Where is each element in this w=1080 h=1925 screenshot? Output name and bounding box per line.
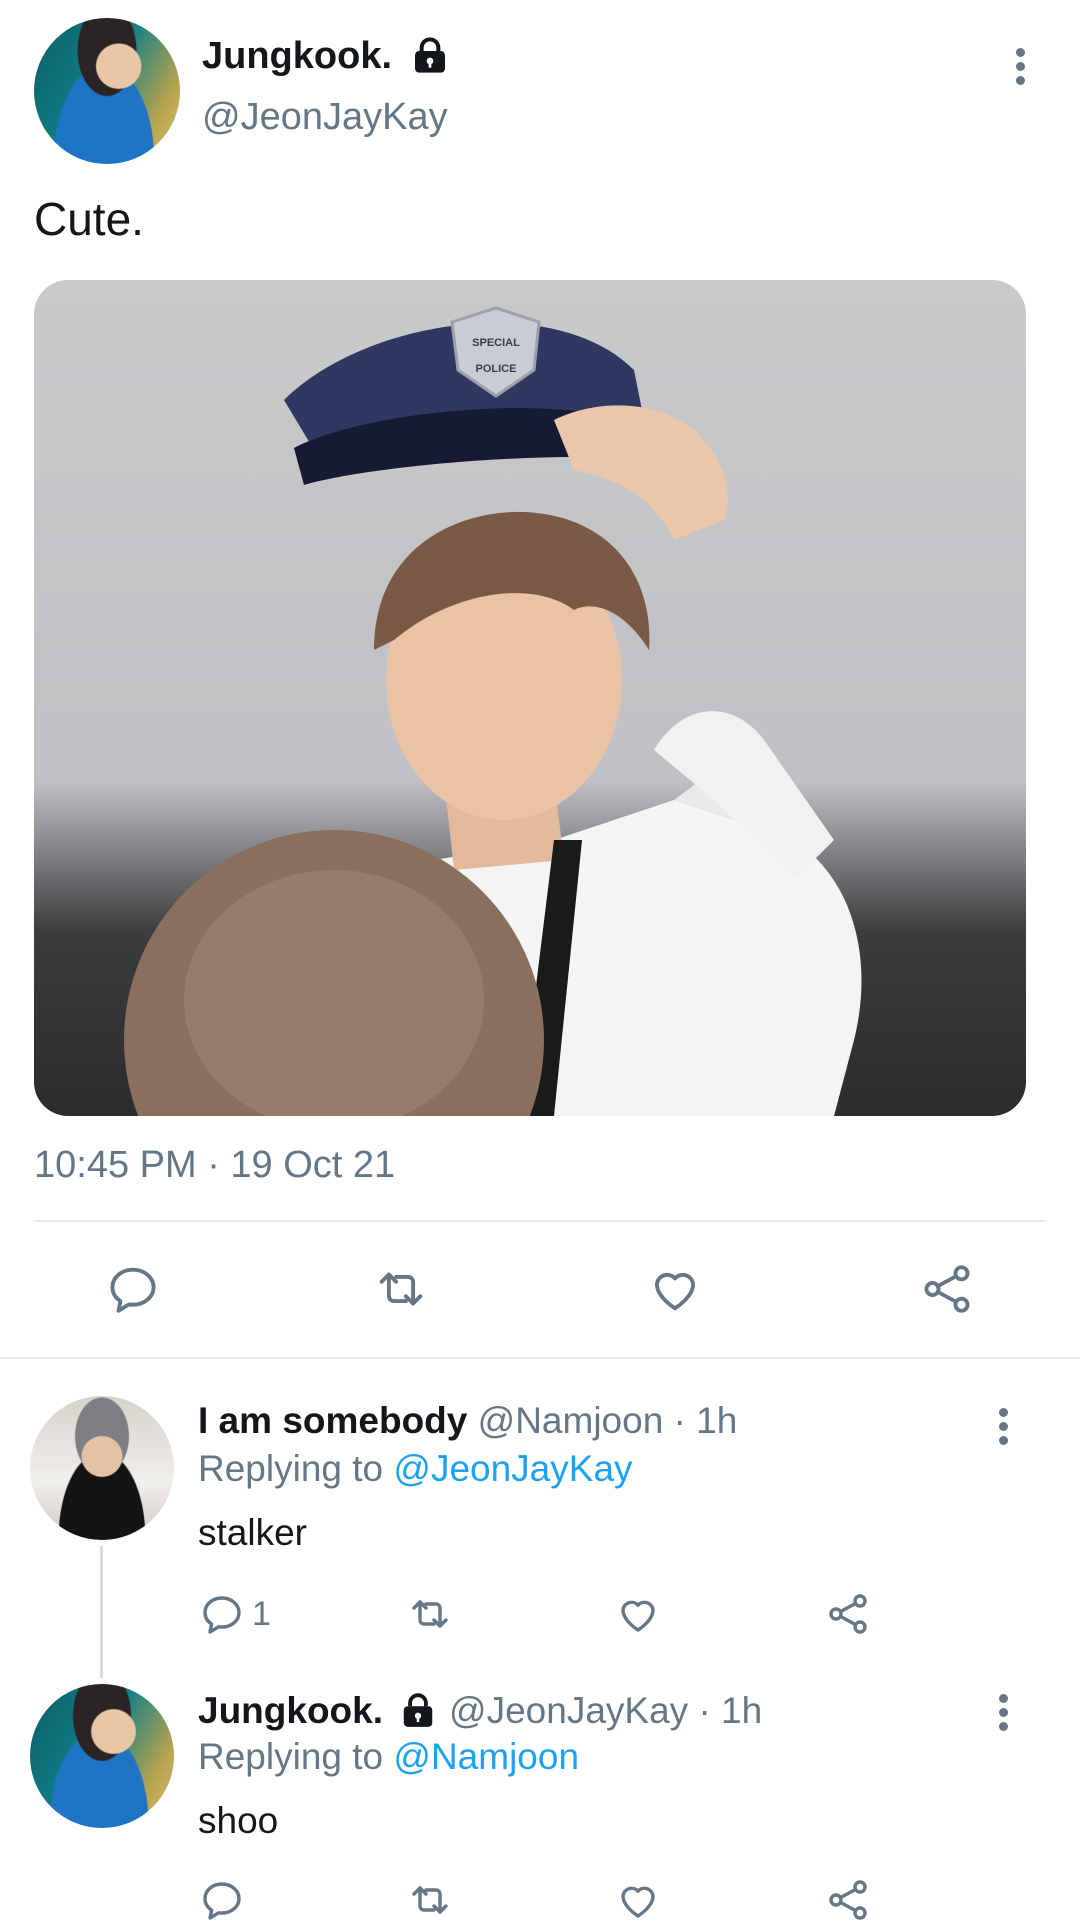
section-divider: [0, 1357, 1080, 1359]
retweet-icon[interactable]: [406, 1876, 454, 1924]
replying-label: Replying to: [198, 1448, 384, 1489]
share-icon[interactable]: [824, 1590, 872, 1638]
replying-to-line: Replying to @Namjoon: [198, 1736, 579, 1778]
like-icon[interactable]: [646, 1260, 704, 1318]
reply-meta: @Namjoon · 1h: [477, 1400, 738, 1441]
reply-text: shoo: [198, 1800, 279, 1841]
replying-to-handle[interactable]: @Namjoon: [393, 1736, 579, 1777]
author-name-row[interactable]: Jungkook.: [202, 34, 450, 78]
reply-header[interactable]: I am somebody @Namjoon · 1h: [198, 1400, 737, 1442]
author-name: Jungkook.: [202, 34, 393, 77]
photo-illustration: SPECIAL POLICE: [124, 306, 862, 1116]
author-avatar[interactable]: [34, 18, 180, 164]
lock-icon: [410, 36, 450, 76]
share-icon[interactable]: [824, 1876, 872, 1924]
reply-author-name: I am somebody: [198, 1400, 468, 1441]
reply-icon[interactable]: [104, 1260, 162, 1318]
share-icon[interactable]: [918, 1260, 976, 1318]
reply-header[interactable]: Jungkook. @JeonJayKay · 1h: [198, 1690, 762, 1732]
lock-icon: [399, 1692, 437, 1730]
badge-text-special: SPECIAL: [472, 337, 520, 349]
divider: [34, 1220, 1046, 1222]
reply-icon[interactable]: 1: [198, 1590, 271, 1638]
badge-text-police: POLICE: [476, 363, 517, 375]
retweet-icon[interactable]: [406, 1590, 454, 1638]
like-icon[interactable]: [614, 1876, 662, 1924]
more-options-icon[interactable]: [1006, 44, 1036, 88]
author-handle[interactable]: @JeonJayKay: [202, 96, 448, 139]
reply-text: stalker: [198, 1512, 307, 1553]
reply-icon[interactable]: [198, 1876, 246, 1924]
tweet-photo[interactable]: SPECIAL POLICE: [34, 280, 1026, 1116]
like-icon[interactable]: [614, 1590, 662, 1638]
replying-label: Replying to: [198, 1736, 384, 1777]
reply-more-options-icon[interactable]: [989, 1690, 1019, 1734]
replying-to-handle[interactable]: @JeonJayKay: [393, 1448, 632, 1489]
reply-avatar[interactable]: [30, 1396, 174, 1540]
retweet-icon[interactable]: [372, 1260, 430, 1318]
reply-avatar[interactable]: [30, 1684, 174, 1828]
reply-more-options-icon[interactable]: [989, 1404, 1019, 1448]
reply-meta: @JeonJayKay · 1h: [449, 1690, 763, 1731]
replying-to-line: Replying to @JeonJayKay: [198, 1448, 633, 1490]
reply-author-name: Jungkook.: [198, 1690, 384, 1731]
reply-count: 1: [252, 1594, 271, 1633]
tweet-timestamp: 10:45 PM · 19 Oct 21: [34, 1144, 396, 1186]
tweet-text: Cute.: [34, 193, 144, 245]
thread-line: [100, 1546, 103, 1678]
